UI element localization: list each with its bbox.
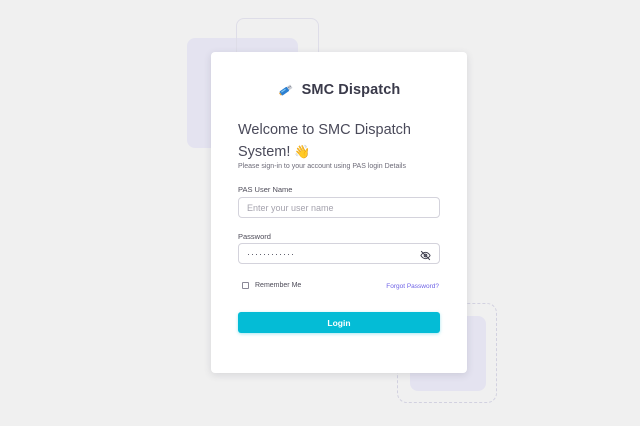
welcome-heading: Welcome to SMC Dispatch System! 👋 xyxy=(238,119,448,163)
forgot-password-link[interactable]: Forgot Password? xyxy=(386,283,439,290)
login-button[interactable]: Login xyxy=(238,312,440,333)
welcome-title: Welcome to SMC Dispatch System! xyxy=(238,122,411,160)
welcome-subtitle: Please sign-in to your account using PAS… xyxy=(238,163,406,170)
login-card: SMC Dispatch Welcome to SMC Dispatch Sys… xyxy=(211,52,467,373)
password-label: Password xyxy=(238,232,271,241)
remember-me[interactable]: Remember Me xyxy=(242,282,301,289)
username-label: PAS User Name xyxy=(238,185,293,194)
eye-off-icon[interactable] xyxy=(420,248,431,261)
username-input[interactable] xyxy=(238,197,440,218)
brand-header: SMC Dispatch xyxy=(211,82,467,98)
usb-drive-icon xyxy=(278,82,294,98)
waving-hand-icon: 👋 xyxy=(294,144,311,159)
brand-name: SMC Dispatch xyxy=(301,82,401,98)
password-input[interactable] xyxy=(238,243,440,264)
remember-me-checkbox[interactable] xyxy=(242,282,249,289)
remember-me-label: Remember Me xyxy=(255,282,302,289)
